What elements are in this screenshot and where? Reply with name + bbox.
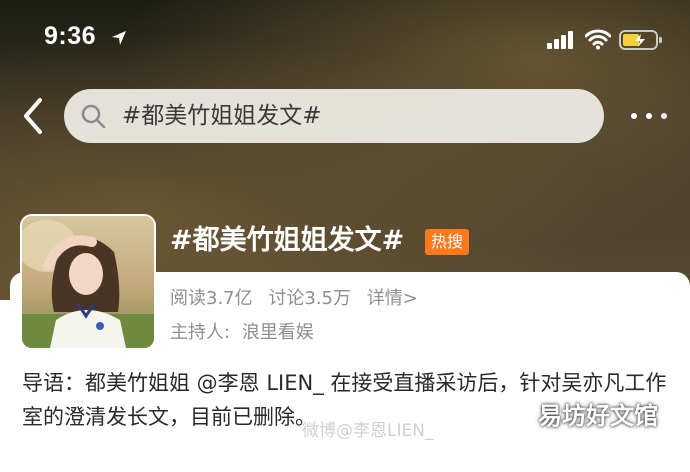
site-watermark-logo: 易坊好文馆	[538, 402, 658, 430]
back-button[interactable]	[18, 96, 48, 136]
location-arrow-icon	[112, 31, 126, 45]
host-label: 主持人:	[170, 322, 231, 343]
avatar-image	[22, 216, 154, 348]
hot-badge: 热搜	[425, 229, 470, 255]
topic-title: #都美竹姐姐发文#	[170, 225, 405, 256]
more-icon[interactable]	[628, 108, 670, 124]
topic-host: 主持人: 浪里看娱	[170, 320, 320, 346]
search-input[interactable]: #都美竹姐姐发文#	[64, 89, 604, 143]
status-time: 9:36	[44, 22, 97, 50]
search-query-text: #都美竹姐姐发文#	[122, 103, 322, 129]
signal-icon	[547, 31, 573, 49]
discussion-count: 讨论3.5万	[268, 288, 352, 309]
topic-avatar[interactable]	[20, 214, 156, 350]
read-count: 阅读3.7亿	[170, 288, 253, 309]
battery-icon	[619, 30, 662, 50]
details-link[interactable]: 详情>	[367, 288, 418, 309]
topic-stats: 阅读3.7亿 讨论3.5万 详情>	[170, 286, 428, 312]
search-icon	[81, 104, 106, 129]
host-name[interactable]: 浪里看娱	[242, 322, 314, 343]
wifi-icon	[585, 29, 611, 50]
weibo-watermark: 微博@李恩LIEN_	[302, 421, 434, 441]
